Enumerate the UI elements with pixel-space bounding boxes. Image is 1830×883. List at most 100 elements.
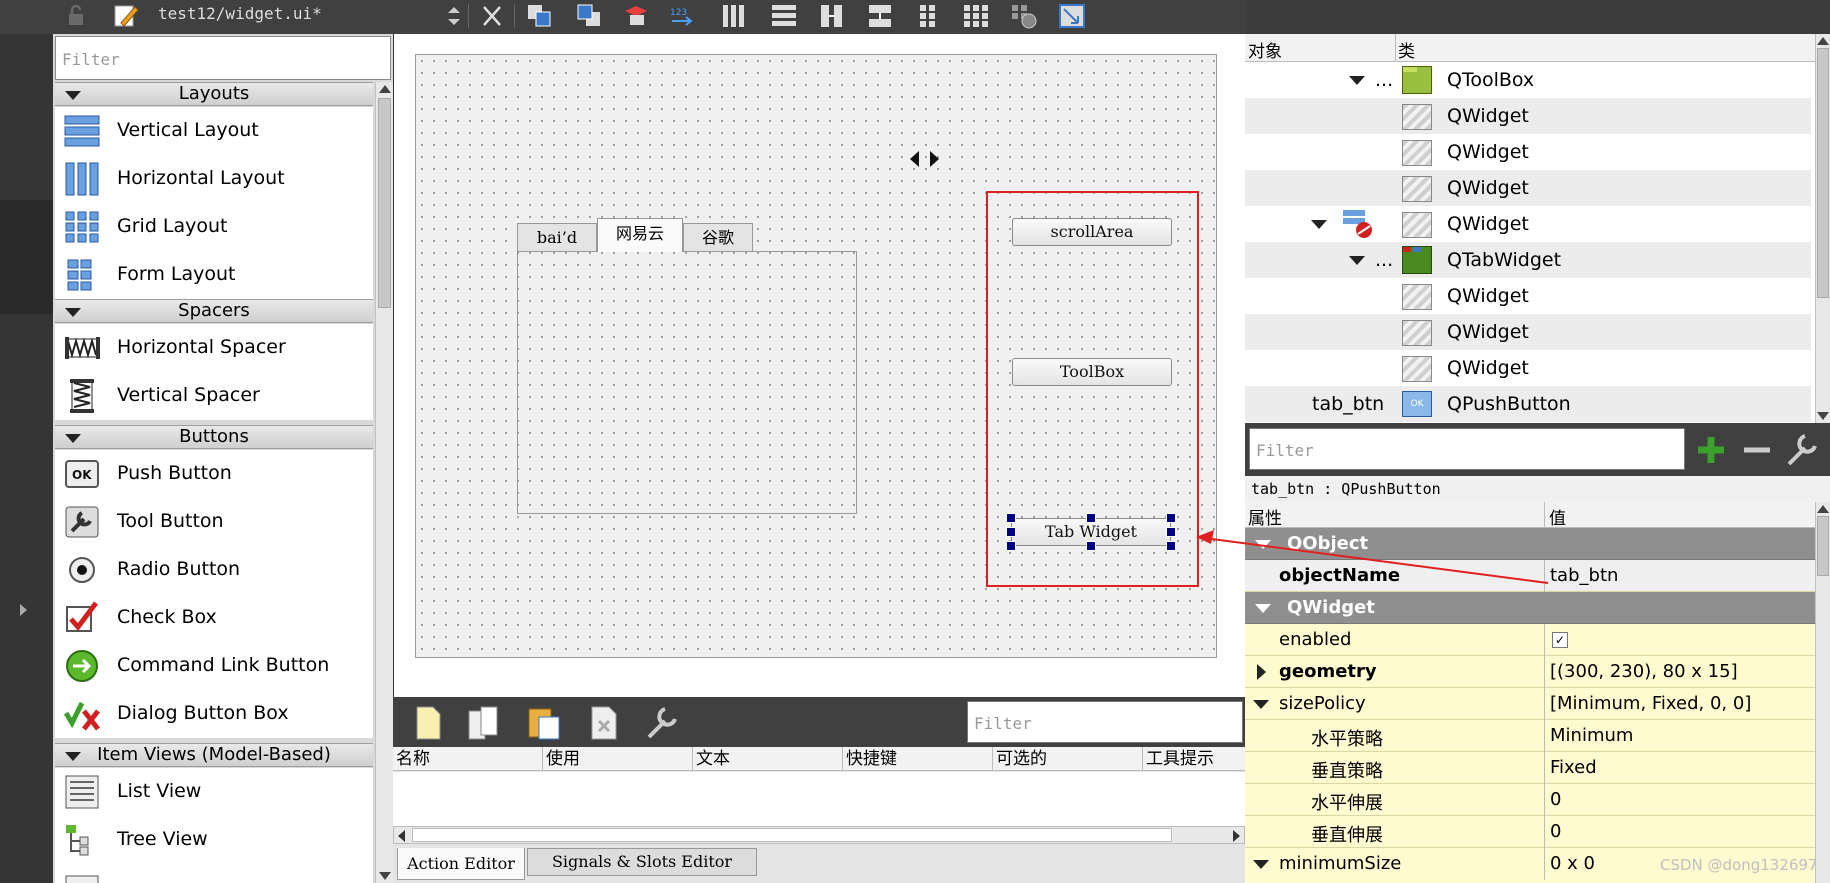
hbox-icon[interactable] — [720, 3, 748, 29]
widget-item-tool-button[interactable]: Tool Button — [55, 498, 373, 546]
widget-item-list-view[interactable]: List View — [55, 768, 373, 816]
widget-item-table-view-partial[interactable] — [55, 864, 373, 883]
selection-handle[interactable] — [1166, 541, 1176, 551]
scroll-thumb[interactable] — [378, 98, 391, 308]
scroll-down-icon[interactable] — [379, 872, 391, 880]
toolbox-button[interactable]: ToolBox — [1012, 358, 1172, 386]
scroll-down-icon[interactable] — [1817, 412, 1829, 420]
scroll-up-icon[interactable] — [379, 85, 391, 93]
property-value[interactable]: 0 — [1550, 821, 1561, 842]
action-table-hscrollbar[interactable] — [393, 826, 1245, 844]
close-icon[interactable] — [478, 3, 506, 29]
expand-arrow-icon[interactable] — [1257, 664, 1266, 680]
vbox-icon[interactable] — [770, 3, 798, 29]
tab-order-icon[interactable] — [622, 3, 650, 29]
tree-row-qtoolbox[interactable]: ... QToolBox — [1245, 62, 1811, 98]
selection-handle[interactable] — [1166, 513, 1176, 523]
widget-item-horizontal-layout[interactable]: Horizontal Layout — [55, 155, 373, 203]
scroll-up-icon[interactable] — [1817, 37, 1829, 45]
scroll-right-icon[interactable] — [1233, 830, 1240, 842]
widget-box-scrollbar[interactable] — [375, 82, 393, 883]
lock-icon[interactable] — [62, 3, 90, 29]
selection-handle[interactable] — [1006, 513, 1016, 523]
property-row-v-policy[interactable]: 垂直策略 Fixed — [1245, 752, 1815, 784]
property-filter-input[interactable]: Filter — [1249, 428, 1685, 470]
collapse-arrow-icon[interactable] — [1253, 860, 1269, 869]
combo-arrows-icon[interactable] — [440, 3, 468, 29]
dock-selector[interactable] — [0, 200, 53, 314]
tab-baidu[interactable]: bai’d — [517, 223, 597, 251]
property-row-sizepolicy[interactable]: sizePolicy [Minimum, Fixed, 0, 0] — [1245, 688, 1815, 720]
widget-item-vertical-spacer[interactable]: Vertical Spacer — [55, 372, 373, 420]
column-header-used[interactable]: 使用 — [543, 747, 693, 771]
widget-item-radio-button[interactable]: Radio Button — [55, 546, 373, 594]
widget-item-vertical-layout[interactable]: Vertical Layout — [55, 107, 373, 155]
add-property-icon[interactable] — [1695, 434, 1727, 466]
property-row-h-policy[interactable]: 水平策略 Minimum — [1245, 720, 1815, 752]
category-item-views[interactable]: Item Views (Model-Based) — [55, 743, 373, 767]
splitter-v-icon[interactable] — [866, 3, 894, 29]
column-header-tooltip[interactable]: 工具提示 — [1143, 747, 1245, 771]
widget-item-tree-view[interactable]: Tree View — [55, 816, 373, 864]
action-filter-input[interactable]: Filter — [967, 701, 1243, 743]
action-table-body[interactable] — [393, 772, 1245, 826]
column-header-class[interactable]: 类 — [1398, 37, 1415, 62]
property-group-qwidget[interactable]: QWidget — [1245, 592, 1815, 624]
selection-handle[interactable] — [1086, 513, 1096, 523]
tree-row-tab-btn[interactable]: tab_btn OK QPushButton — [1245, 386, 1811, 422]
collapse-arrow-icon[interactable] — [1349, 256, 1365, 265]
send-to-back-icon[interactable] — [526, 3, 554, 29]
category-layouts[interactable]: Layouts — [55, 82, 373, 106]
property-value[interactable]: Minimum — [1550, 725, 1633, 746]
form-grid-icon[interactable] — [962, 3, 990, 29]
delete-action-icon[interactable] — [589, 705, 619, 741]
column-header-name[interactable]: 名称 — [393, 747, 543, 771]
scroll-up-icon[interactable] — [1817, 505, 1829, 513]
column-header-text[interactable]: 文本 — [693, 747, 843, 771]
widget-item-dialog-button-box[interactable]: Dialog Button Box — [55, 690, 373, 738]
property-row-objectname[interactable]: objectName tab_btn — [1245, 560, 1815, 592]
buddy-icon[interactable]: 123 — [668, 3, 696, 29]
break-layout-icon[interactable] — [1010, 3, 1038, 29]
widget-item-form-layout[interactable]: Form Layout — [55, 251, 373, 299]
widget-box-filter-input[interactable]: Filter — [55, 36, 391, 80]
scroll-area-button[interactable]: scrollArea — [1012, 218, 1172, 246]
tree-row-qwidget[interactable]: QWidget — [1245, 278, 1811, 314]
copy-action-icon[interactable] — [467, 705, 503, 741]
widget-item-command-link-button[interactable]: Command Link Button — [55, 642, 373, 690]
property-editor-scrollbar[interactable] — [1815, 502, 1830, 883]
widget-item-horizontal-spacer[interactable]: Horizontal Spacer — [55, 324, 373, 372]
selection-handle[interactable] — [1166, 527, 1176, 537]
object-inspector-scrollbar[interactable] — [1815, 34, 1830, 423]
tab-signals-slots-editor[interactable]: Signals & Slots Editor — [527, 848, 757, 876]
column-header-checkable[interactable]: 可选的 — [993, 747, 1143, 771]
property-value[interactable]: 0 x 0 — [1550, 853, 1595, 874]
property-row-v-stretch[interactable]: 垂直伸展 0 — [1245, 816, 1815, 848]
column-header-object[interactable]: 对象 — [1248, 37, 1282, 62]
category-buttons[interactable]: Buttons — [55, 425, 373, 449]
collapse-arrow-icon[interactable] — [1253, 700, 1269, 709]
grid-icon[interactable] — [914, 3, 942, 29]
tree-row-qwidget[interactable]: QWidget — [1245, 314, 1811, 350]
tree-row-qwidget-page[interactable]: QWidget — [1245, 206, 1811, 242]
splitter-h-icon[interactable] — [818, 3, 846, 29]
property-value[interactable]: Fixed — [1550, 757, 1597, 778]
tree-row-qwidget[interactable]: QWidget — [1245, 170, 1811, 206]
new-action-icon[interactable] — [413, 705, 443, 741]
remove-property-icon[interactable] — [1741, 434, 1773, 466]
collapse-arrow-icon[interactable] — [1311, 220, 1327, 229]
prev-page-icon[interactable] — [910, 151, 919, 167]
scroll-thumb[interactable] — [412, 828, 1172, 842]
widget-item-grid-layout[interactable]: Grid Layout — [55, 203, 373, 251]
selection-handle[interactable] — [1006, 541, 1016, 551]
property-value[interactable]: 0 — [1550, 789, 1561, 810]
scroll-thumb[interactable] — [1817, 48, 1829, 298]
bring-to-front-icon[interactable] — [576, 3, 604, 29]
tree-row-qwidget[interactable]: QWidget — [1245, 98, 1811, 134]
form-widget[interactable]: bai’d 网易云 谷歌 scrollArea ToolBox Tab Widg… — [415, 54, 1217, 658]
column-header-shortcut[interactable]: 快捷键 — [843, 747, 993, 771]
column-header-property[interactable]: 属性 — [1248, 504, 1282, 529]
property-value[interactable]: [(300, 230), 80 x 15] — [1550, 661, 1738, 682]
configure-action-icon[interactable] — [645, 705, 685, 741]
tab-page-panel[interactable] — [517, 251, 857, 514]
